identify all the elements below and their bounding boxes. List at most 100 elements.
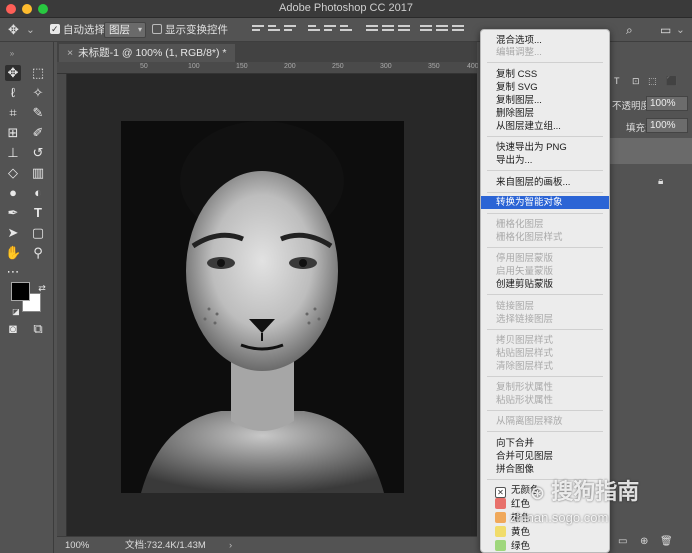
- menu-item-merge-down[interactable]: 向下合并: [481, 437, 609, 450]
- new-layer-icon[interactable]: ⊕: [640, 536, 648, 547]
- menu-item-delete-layer[interactable]: 删除图层: [481, 107, 609, 120]
- show-transform-checkbox[interactable]: 显示变换控件: [152, 22, 228, 38]
- lasso-tool-icon[interactable]: ℓ: [5, 85, 21, 101]
- yellow-swatch-icon: [495, 526, 506, 537]
- zoom-level[interactable]: 100%: [65, 537, 89, 553]
- type-tool-icon[interactable]: T: [30, 205, 46, 221]
- ruler-tick: 200: [284, 63, 296, 70]
- menu-item-link-layers[interactable]: 链接图层: [481, 300, 609, 313]
- collapse-panel-icon[interactable]: »: [4, 46, 20, 62]
- move-tool-icon[interactable]: ✥: [8, 22, 19, 38]
- menu-item-release-from-isolation[interactable]: 从隔离图层释放: [481, 415, 609, 428]
- screen-mode-icon[interactable]: ⧉: [30, 321, 46, 337]
- pen-tool-icon[interactable]: ✒: [5, 205, 21, 221]
- search-icon[interactable]: ⌕: [626, 22, 633, 38]
- menu-item-quick-export-png[interactable]: 快速导出为 PNG: [481, 141, 609, 154]
- close-tab-icon[interactable]: ×: [67, 47, 73, 59]
- align-middle-icon[interactable]: [268, 25, 280, 35]
- menu-item-select-linked-layers[interactable]: 选择链接图层: [481, 313, 609, 326]
- menu-item-copy-svg[interactable]: 复制 SVG: [481, 81, 609, 94]
- document-tab-label: 未标题-1 @ 100% (1, RGB/8*) *: [78, 47, 227, 59]
- menu-item-disable-layer-mask[interactable]: 停用图层蒙版: [481, 252, 609, 265]
- distribute-center-icon[interactable]: [436, 25, 448, 35]
- opacity-input[interactable]: 100%: [646, 96, 688, 111]
- menu-item-export-as[interactable]: 导出为...: [481, 154, 609, 167]
- distribute-middle-icon[interactable]: [382, 25, 394, 35]
- lock-pixels-icon[interactable]: T: [614, 76, 620, 86]
- document-tab[interactable]: × 未标题-1 @ 100% (1, RGB/8*) *: [59, 44, 235, 62]
- menu-separator: [487, 294, 603, 295]
- eraser-tool-icon[interactable]: ◇: [5, 165, 21, 181]
- ruler-tick: 400: [467, 63, 479, 70]
- delete-layer-icon[interactable]: 🗑︎: [660, 536, 673, 547]
- opacity-value: 100%: [650, 98, 676, 109]
- eyedropper-tool-icon[interactable]: ✎: [30, 105, 46, 121]
- align-left-icon[interactable]: [308, 25, 320, 35]
- auto-select-target-select[interactable]: 图层 ▾: [104, 22, 146, 38]
- path-selection-tool-icon[interactable]: ➤: [5, 225, 21, 241]
- distribute-top-icon[interactable]: [366, 25, 378, 35]
- align-right-icon[interactable]: [340, 25, 352, 35]
- dodge-tool-icon[interactable]: ◐: [30, 185, 46, 201]
- menu-item-rasterize-layer[interactable]: 栅格化图层: [481, 218, 609, 231]
- clone-stamp-tool-icon[interactable]: ⊥: [5, 145, 21, 161]
- rectangle-tool-icon[interactable]: ▢: [30, 225, 46, 241]
- history-brush-tool-icon[interactable]: ↺: [30, 145, 46, 161]
- menu-item-create-clipping-mask[interactable]: 创建剪贴蒙版: [481, 278, 609, 291]
- hand-tool-icon[interactable]: ✋: [5, 245, 21, 261]
- lock-position-icon[interactable]: ⊡: [632, 76, 640, 87]
- menu-item-rasterize-layer-style[interactable]: 栅格化图层样式: [481, 231, 609, 244]
- menu-item-copy-shape-attributes[interactable]: 复制形状属性: [481, 381, 609, 394]
- menu-item-edit-adjustment[interactable]: 编辑调整...: [481, 46, 609, 59]
- menu-item-convert-to-smart-object[interactable]: 转换为智能对象: [481, 196, 609, 209]
- selected-layer-row[interactable]: [610, 138, 692, 164]
- menu-item-artboard-from-layers[interactable]: 来自图层的画板...: [481, 176, 609, 189]
- menu-item-yellow[interactable]: 黄色: [481, 526, 609, 539]
- swap-colors-icon[interactable]: ⇄: [34, 280, 50, 296]
- menu-item-copy-css[interactable]: 复制 CSS: [481, 68, 609, 81]
- magic-wand-tool-icon[interactable]: ✧: [30, 85, 46, 101]
- menu-item-group-from-layers[interactable]: 从图层建立组...: [481, 120, 609, 133]
- menu-item-clear-layer-style[interactable]: 清除图层样式: [481, 360, 609, 373]
- align-bottom-icon[interactable]: [284, 25, 296, 35]
- menu-item-merge-visible[interactable]: 合并可见图层: [481, 450, 609, 463]
- zoom-tool-icon[interactable]: ⚲: [30, 245, 46, 261]
- checkbox-unchecked-icon: [152, 24, 162, 34]
- menu-item-paste-layer-style[interactable]: 粘贴图层样式: [481, 347, 609, 360]
- new-group-icon[interactable]: ▭: [618, 536, 627, 547]
- status-menu-chevron-icon[interactable]: ›: [229, 537, 232, 553]
- move-tool-icon[interactable]: ✥: [5, 65, 21, 81]
- tools-panel: » ✥ ⬚ ℓ ✧ ⌗ ✎ ⊞ ✐ ⊥ ↺ ◇ ▥ ● ◐ ✒ T ➤ ▢ ✋ …: [0, 42, 54, 553]
- canvas-area[interactable]: [67, 74, 477, 536]
- distribute-left-icon[interactable]: [420, 25, 432, 35]
- distribute-right-icon[interactable]: [452, 25, 464, 35]
- crop-tool-icon[interactable]: ⌗: [5, 105, 21, 121]
- workspace-dropdown-icon[interactable]: ⌄: [676, 22, 685, 38]
- menu-separator: [487, 213, 603, 214]
- marquee-tool-icon[interactable]: ⬚: [30, 65, 46, 81]
- menu-item-copy-layer-style[interactable]: 拷贝图层样式: [481, 334, 609, 347]
- fill-input[interactable]: 100%: [646, 118, 688, 133]
- brush-tool-icon[interactable]: ✐: [30, 125, 46, 141]
- auto-select-checkbox[interactable]: 自动选择:: [50, 21, 108, 38]
- default-colors-icon[interactable]: ◪: [8, 304, 24, 320]
- menu-item-enable-vector-mask[interactable]: 启用矢量蒙版: [481, 265, 609, 278]
- healing-brush-tool-icon[interactable]: ⊞: [5, 125, 21, 141]
- menu-item-paste-shape-attributes[interactable]: 粘贴形状属性: [481, 394, 609, 407]
- lock-artboard-icon[interactable]: ⬚: [648, 76, 657, 87]
- lock-all-icon[interactable]: ⬛: [666, 76, 677, 87]
- blur-tool-icon[interactable]: ●: [5, 185, 21, 201]
- gradient-tool-icon[interactable]: ▥: [30, 165, 46, 181]
- align-top-icon[interactable]: [252, 25, 264, 35]
- foreground-color-swatch[interactable]: [11, 282, 30, 301]
- menu-item-green[interactable]: 绿色: [481, 540, 609, 552]
- distribute-bottom-icon[interactable]: [398, 25, 410, 35]
- tool-preset-dropdown-icon[interactable]: ⌄: [26, 22, 35, 38]
- canvas-photo[interactable]: [121, 121, 404, 493]
- edit-toolbar-icon[interactable]: ⋯: [5, 264, 21, 280]
- quick-mask-icon[interactable]: ◙: [5, 321, 21, 337]
- ruler-tick: 350: [428, 63, 440, 70]
- align-center-icon[interactable]: [324, 25, 336, 35]
- workspace-icon[interactable]: ▭: [660, 22, 671, 38]
- menu-item-duplicate-layer[interactable]: 复制图层...: [481, 94, 609, 107]
